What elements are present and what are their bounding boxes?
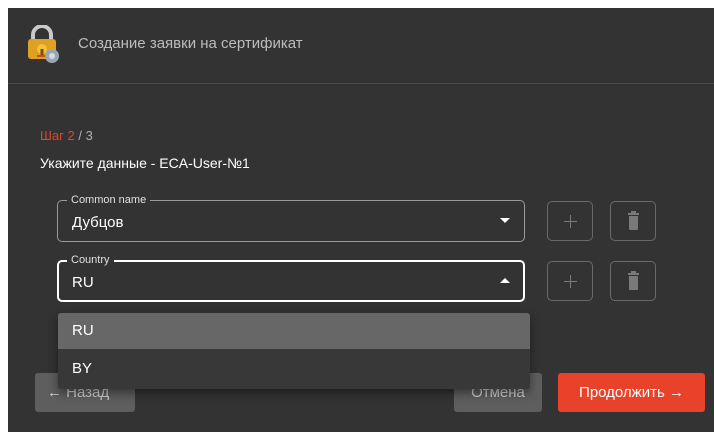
country-dropdown-menu: RU BY (58, 313, 530, 389)
chevron-up-icon (500, 278, 510, 283)
common-name-select[interactable]: Common name Дубцов (57, 193, 525, 242)
common-name-label: Common name (67, 193, 151, 207)
step-indicator: Шаг 2 / 3 (40, 128, 93, 143)
country-option-ru[interactable]: RU (58, 313, 530, 349)
step-current: Шаг 2 (40, 128, 75, 143)
title-bar: Создание заявки на сертификат (8, 8, 714, 84)
country-option-by[interactable]: BY (58, 351, 530, 387)
window-title: Создание заявки на сертификат (78, 35, 303, 52)
country-select[interactable]: Country RU (57, 253, 525, 302)
delete-common-name-button[interactable] (610, 201, 656, 241)
delete-country-button[interactable] (610, 261, 656, 301)
continue-button[interactable]: Продолжить → (558, 373, 705, 412)
common-name-value: Дубцов (72, 214, 124, 231)
dialog-window: Создание заявки на сертификат Шаг 2 / 3 … (8, 8, 714, 432)
step-subtitle: Укажите данные - ECA-User-№1 (40, 155, 250, 171)
certificate-lock-icon (28, 25, 59, 63)
chevron-down-icon (500, 218, 510, 223)
country-label: Country (67, 253, 114, 267)
step-total: / 3 (74, 128, 93, 143)
add-country-button[interactable] (547, 261, 593, 301)
add-common-name-button[interactable] (547, 201, 593, 241)
country-value: RU (72, 274, 94, 291)
continue-label: Продолжить (579, 384, 665, 401)
arrow-right-icon: → (668, 384, 684, 401)
